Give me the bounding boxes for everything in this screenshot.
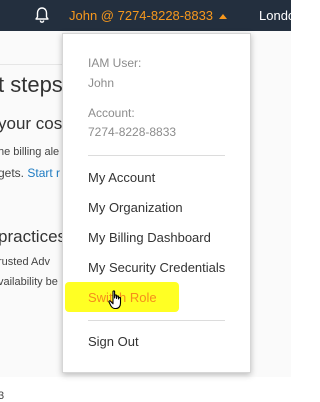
- background-text-budgets-prefix: gets.: [0, 166, 28, 180]
- background-divider: [0, 64, 62, 65]
- background-text-availability: vailability be: [0, 276, 58, 288]
- menu-item-my-account[interactable]: My Account: [88, 170, 155, 185]
- account-value: 7274-8228-8833: [88, 125, 177, 139]
- background-text-budgets: gets. Start r: [0, 166, 60, 180]
- account-dropdown-menu: IAM User: John Account: 7274-8228-8833 M…: [62, 33, 251, 373]
- hand-cursor-icon: [108, 290, 124, 310]
- background-link-start[interactable]: Start r: [27, 166, 60, 180]
- menu-item-my-billing-dashboard[interactable]: My Billing Dashboard: [88, 230, 211, 245]
- caret-up-icon: [219, 13, 228, 19]
- menu-item-sign-out[interactable]: Sign Out: [88, 334, 139, 349]
- region-selector[interactable]: Londo: [259, 0, 295, 31]
- account-menu-label: John @ 7274-8228-8833: [69, 8, 214, 23]
- background-text-bottom: 3: [0, 390, 5, 402]
- bell-icon[interactable]: [33, 6, 51, 24]
- menu-item-my-organization[interactable]: My Organization: [88, 200, 183, 215]
- account-menu-button[interactable]: John @ 7274-8228-8833: [69, 0, 228, 31]
- background-heading-practices: practices: [0, 227, 67, 246]
- iam-user-value: John: [88, 76, 115, 90]
- menu-separator: [88, 320, 225, 321]
- background-heading-cost: your cost: [0, 114, 67, 133]
- iam-user-label: IAM User:: [88, 56, 142, 70]
- menu-separator: [88, 155, 225, 156]
- background-heading-steps: t steps: [0, 72, 63, 97]
- menu-item-my-security-credentials[interactable]: My Security Credentials: [88, 260, 225, 275]
- account-label: Account:: [88, 106, 135, 120]
- background-text-billing: he billing ale: [0, 146, 60, 158]
- top-navigation-bar: John @ 7274-8228-8833 Londo: [0, 0, 295, 31]
- background-text-trusted-advisor: rusted Adv: [0, 256, 50, 268]
